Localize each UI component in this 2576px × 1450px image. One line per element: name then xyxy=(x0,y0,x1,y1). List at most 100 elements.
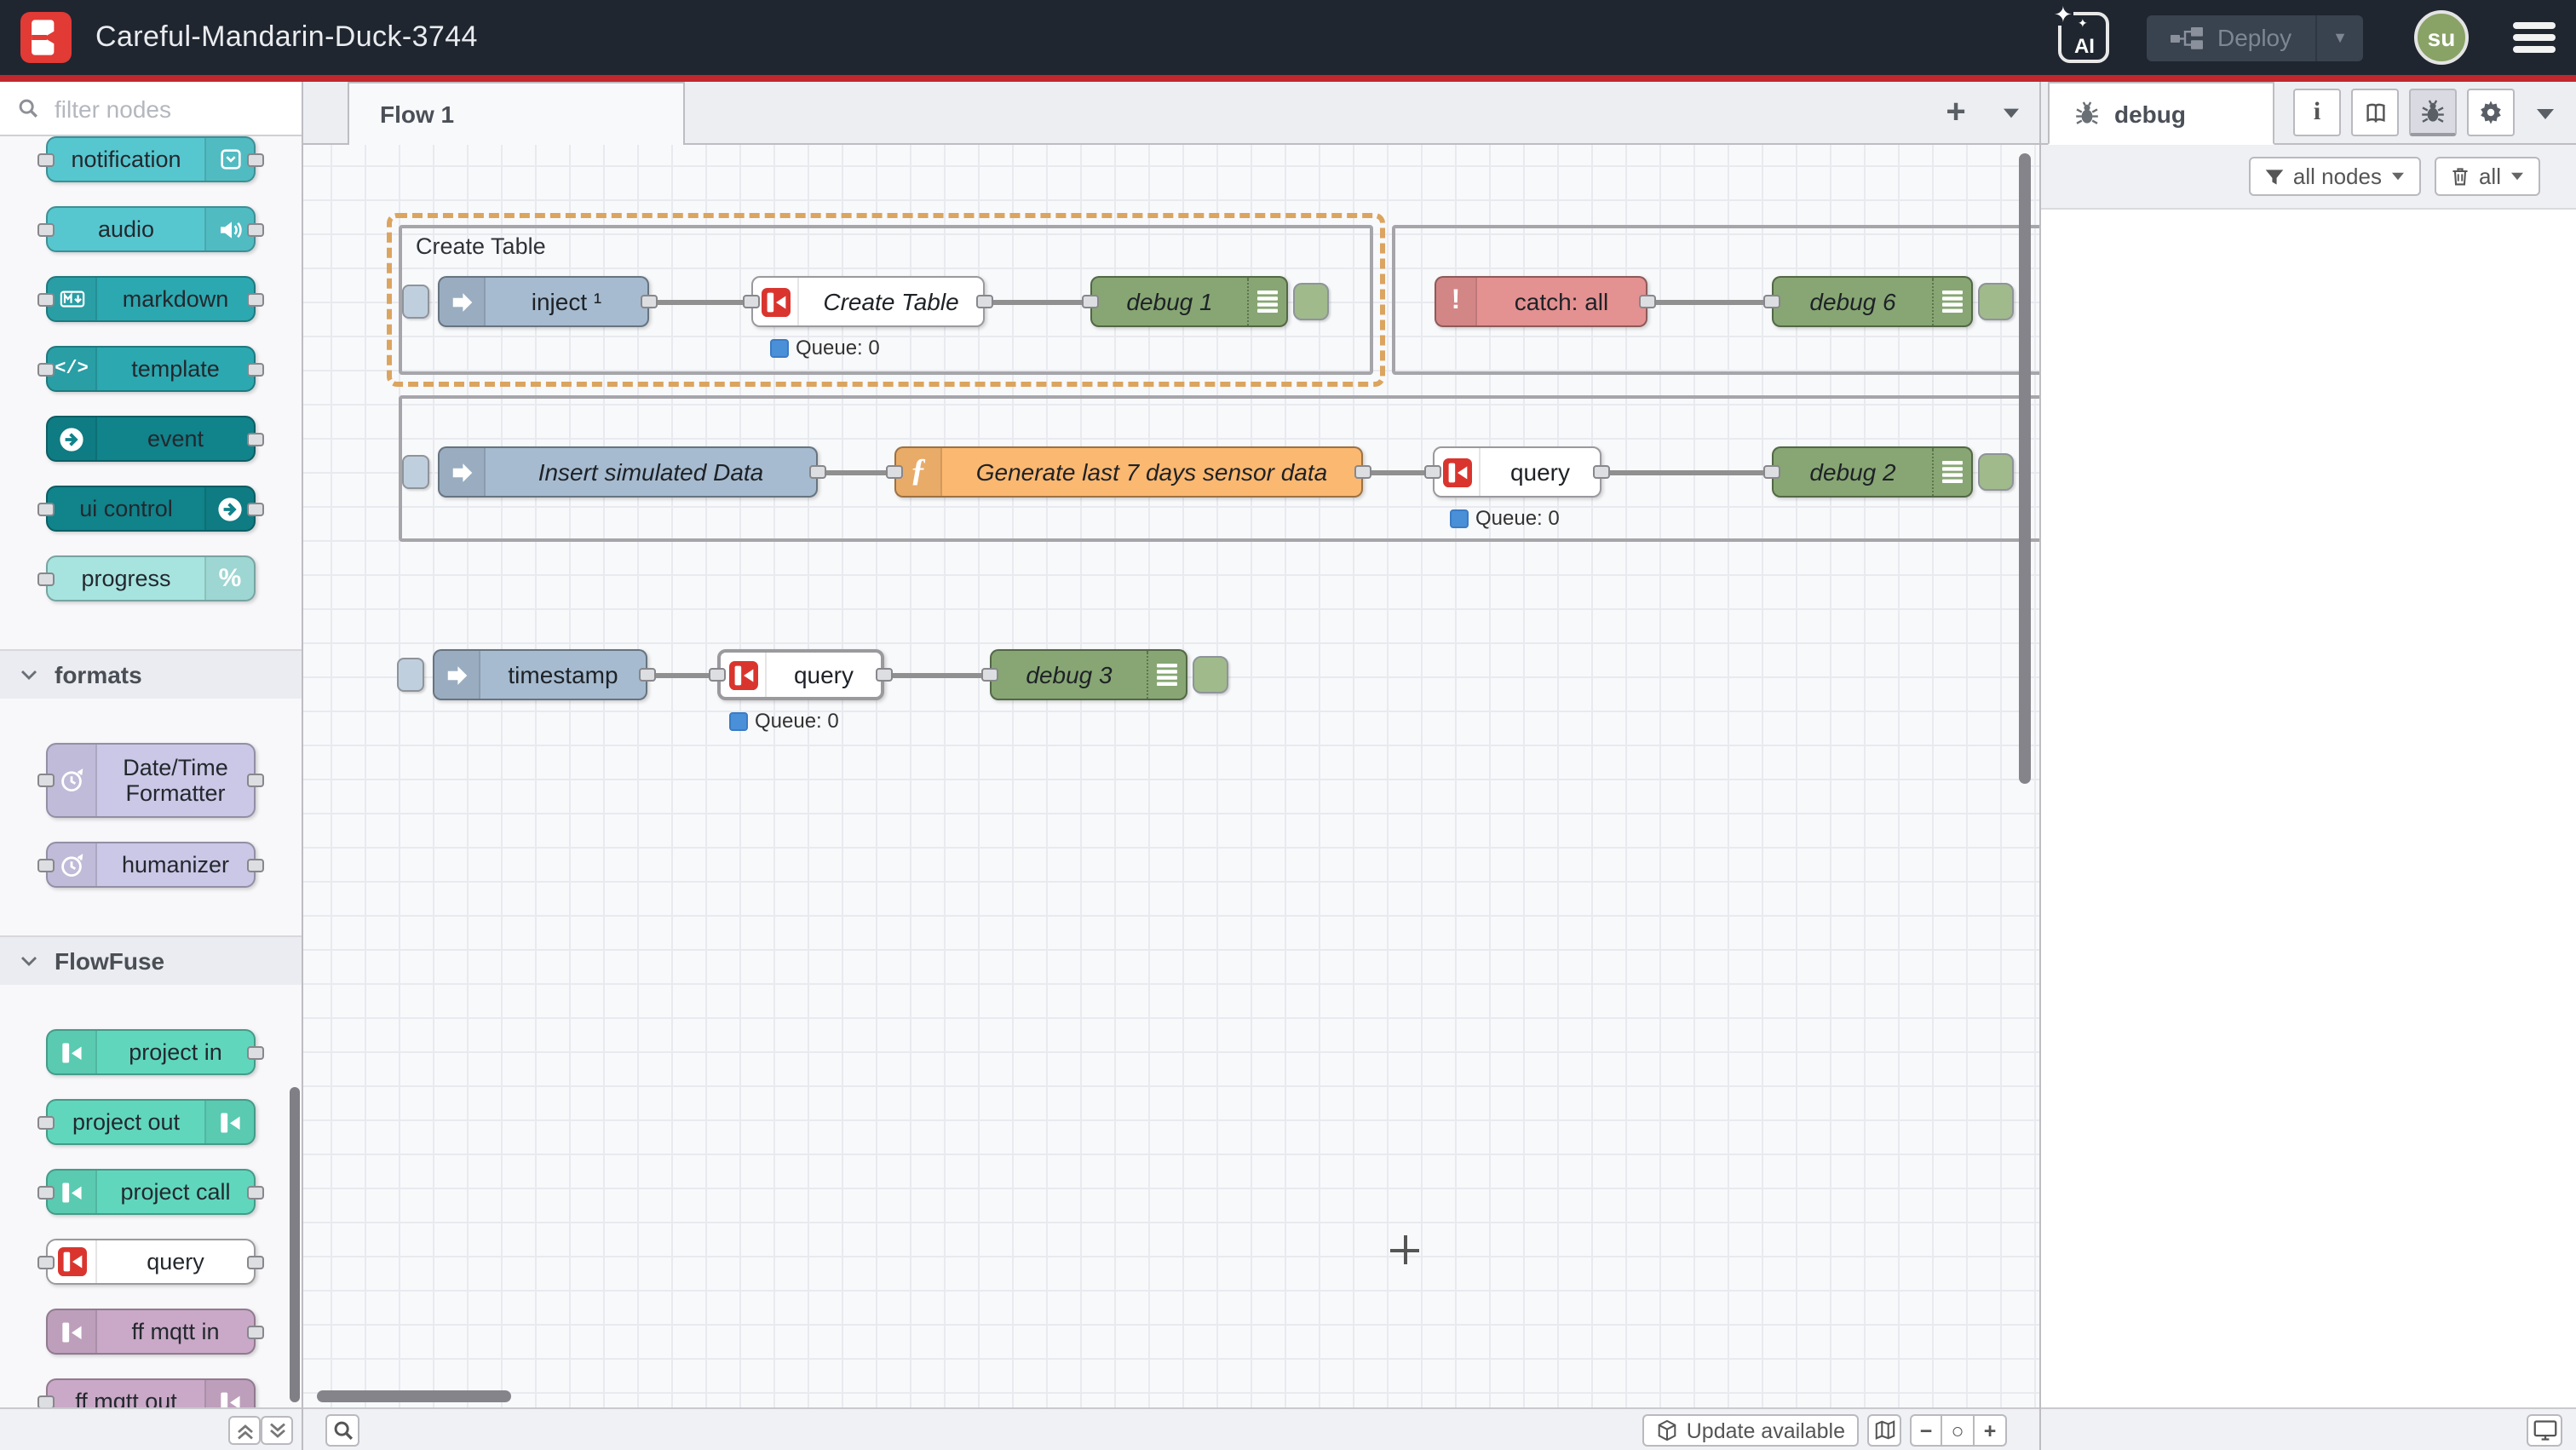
flow-list-caret-icon[interactable] xyxy=(1990,90,2031,135)
palette-node-label: project call xyxy=(97,1179,254,1205)
node-debug-6[interactable]: debug 6 xyxy=(1772,276,1973,327)
inject-trigger-button[interactable] xyxy=(402,285,429,319)
sidebar-button-settings[interactable] xyxy=(2467,89,2515,136)
output-port[interactable] xyxy=(641,295,658,308)
palette-node-query[interactable]: query xyxy=(46,1239,256,1285)
inject-trigger-button[interactable] xyxy=(402,455,429,489)
palette-node-date-time-formatter[interactable]: Date/Time Formatter xyxy=(46,743,256,818)
minimap-toggle-button[interactable] xyxy=(1867,1414,1901,1447)
input-port[interactable] xyxy=(1763,465,1780,479)
input-port xyxy=(37,292,55,306)
node-create-table[interactable]: Create Table xyxy=(751,276,985,327)
palette-node-markdown[interactable]: markdown xyxy=(46,276,256,322)
debug-toggle-button[interactable] xyxy=(1293,283,1329,320)
node-inject-[interactable]: inject ¹ xyxy=(438,276,649,327)
node-debug-3[interactable]: debug 3 xyxy=(990,649,1187,700)
tab-flow-1[interactable]: Flow 1 xyxy=(348,82,685,145)
wire[interactable] xyxy=(985,299,1095,304)
palette-section-header-formats[interactable]: formats xyxy=(0,649,302,699)
output-port[interactable] xyxy=(876,668,893,682)
palette-node-humanizer[interactable]: humanizer xyxy=(46,842,256,888)
output-port[interactable] xyxy=(1639,295,1656,308)
user-avatar[interactable]: su xyxy=(2414,10,2469,65)
output-port xyxy=(247,502,264,515)
sidebar-button-info[interactable]: i xyxy=(2293,89,2341,136)
zoom-reset-button[interactable]: ○ xyxy=(1942,1414,1975,1447)
palette-node-project-out[interactable]: project out xyxy=(46,1099,256,1145)
add-flow-button[interactable]: + xyxy=(1932,89,1980,136)
palette-filter-input[interactable] xyxy=(51,93,256,124)
output-port[interactable] xyxy=(976,295,993,308)
queue-fill-icon xyxy=(770,338,789,357)
output-port[interactable] xyxy=(1593,465,1610,479)
update-available-button[interactable]: Update available xyxy=(1642,1414,1859,1447)
debug-clear-button[interactable]: all xyxy=(2435,157,2540,196)
palette-collapse-all-button[interactable] xyxy=(228,1416,261,1445)
palette-expand-all-button[interactable] xyxy=(261,1416,293,1445)
debug-toggle-button[interactable] xyxy=(1978,283,2014,320)
sidebar-button-debug[interactable] xyxy=(2409,89,2457,136)
input-port[interactable] xyxy=(886,465,903,479)
node-catch-all[interactable]: !catch: all xyxy=(1435,276,1647,327)
canvas-vertical-scrollbar[interactable] xyxy=(2019,153,2031,784)
sidebar-button-help[interactable] xyxy=(2351,89,2399,136)
palette-node-ff-mqtt-out[interactable]: ff mqtt out xyxy=(46,1378,256,1407)
node-timestamp[interactable]: timestamp xyxy=(433,649,647,700)
output-port[interactable] xyxy=(809,465,826,479)
wire[interactable] xyxy=(1647,299,1777,304)
input-port[interactable] xyxy=(709,668,726,682)
palette-node-label: ff mqtt in xyxy=(97,1319,254,1344)
debug-filter-button[interactable]: all nodes xyxy=(2249,157,2421,196)
zoom-in-button[interactable]: + xyxy=(1975,1414,2007,1447)
output-port[interactable] xyxy=(639,668,656,682)
palette-node-audio[interactable]: audio xyxy=(46,206,256,252)
input-port[interactable] xyxy=(743,295,760,308)
wire[interactable] xyxy=(884,672,995,677)
palette-node-progress[interactable]: progress% xyxy=(46,555,256,601)
node-debug-2[interactable]: debug 2 xyxy=(1772,446,1973,498)
canvas-search-button[interactable] xyxy=(325,1414,359,1447)
node-generate-last-7-days-sensor-data[interactable]: ƒGenerate last 7 days sensor data xyxy=(894,446,1363,498)
sidebar-caret-icon[interactable] xyxy=(2535,101,2556,131)
node-query[interactable]: query xyxy=(1433,446,1601,498)
node-debug-1[interactable]: debug 1 xyxy=(1090,276,1288,327)
palette-section-header-flowfuse[interactable]: FlowFuse xyxy=(0,935,302,985)
debug-toggle-button[interactable] xyxy=(1978,453,2014,491)
palette-node-ui-control[interactable]: ui control xyxy=(46,486,256,532)
inject-trigger-button[interactable] xyxy=(397,658,424,692)
deploy-caret-icon[interactable]: ▼ xyxy=(2315,14,2363,60)
zoom-out-button[interactable]: − xyxy=(1910,1414,1942,1447)
palette-scrollbar[interactable] xyxy=(290,1087,300,1402)
tab-debug[interactable]: debug xyxy=(2048,82,2274,145)
palette-node-project-call[interactable]: project call xyxy=(46,1169,256,1215)
input-port[interactable] xyxy=(1424,465,1441,479)
debug-toggle-button[interactable] xyxy=(1193,656,1228,693)
ai-assistant-button[interactable]: ✦ ✦ AI xyxy=(2059,12,2110,63)
sidebar-tab-bar: debug i xyxy=(2041,82,2576,145)
palette-node-project-in[interactable]: project in xyxy=(46,1029,256,1075)
open-in-window-button[interactable] xyxy=(2527,1414,2562,1447)
palette-node-ff-mqtt-in[interactable]: ff mqtt in xyxy=(46,1309,256,1355)
flow-canvas[interactable]: Create Tableinject ¹Create Tabledebug 1!… xyxy=(303,145,2039,1407)
output-port[interactable] xyxy=(1354,465,1371,479)
palette-node-event[interactable]: event xyxy=(46,416,256,462)
input-port xyxy=(37,858,55,872)
node-query[interactable]: query xyxy=(717,649,884,700)
node-label: Insert simulated Data xyxy=(486,448,816,496)
input-port[interactable] xyxy=(1763,295,1780,308)
wire[interactable] xyxy=(1601,469,1777,475)
instance-title: Careful-Mandarin-Duck-3744 xyxy=(95,20,478,55)
input-port[interactable] xyxy=(981,668,998,682)
wire[interactable] xyxy=(649,299,756,304)
canvas-horizontal-scrollbar[interactable] xyxy=(317,1390,511,1402)
palette-node-template[interactable]: </>template xyxy=(46,346,256,392)
palette-search[interactable] xyxy=(0,82,302,136)
node-insert-simulated-data[interactable]: Insert simulated Data xyxy=(438,446,818,498)
hamburger-menu-icon[interactable] xyxy=(2513,22,2556,53)
queue-status-badge: Queue: 0 xyxy=(1450,506,1560,530)
node-label: debug 1 xyxy=(1092,278,1247,325)
deploy-button[interactable]: Deploy ▼ xyxy=(2148,14,2363,60)
input-port[interactable] xyxy=(1082,295,1099,308)
palette-node-notification[interactable]: notification xyxy=(46,136,256,182)
node-label: catch: all xyxy=(1477,278,1646,325)
